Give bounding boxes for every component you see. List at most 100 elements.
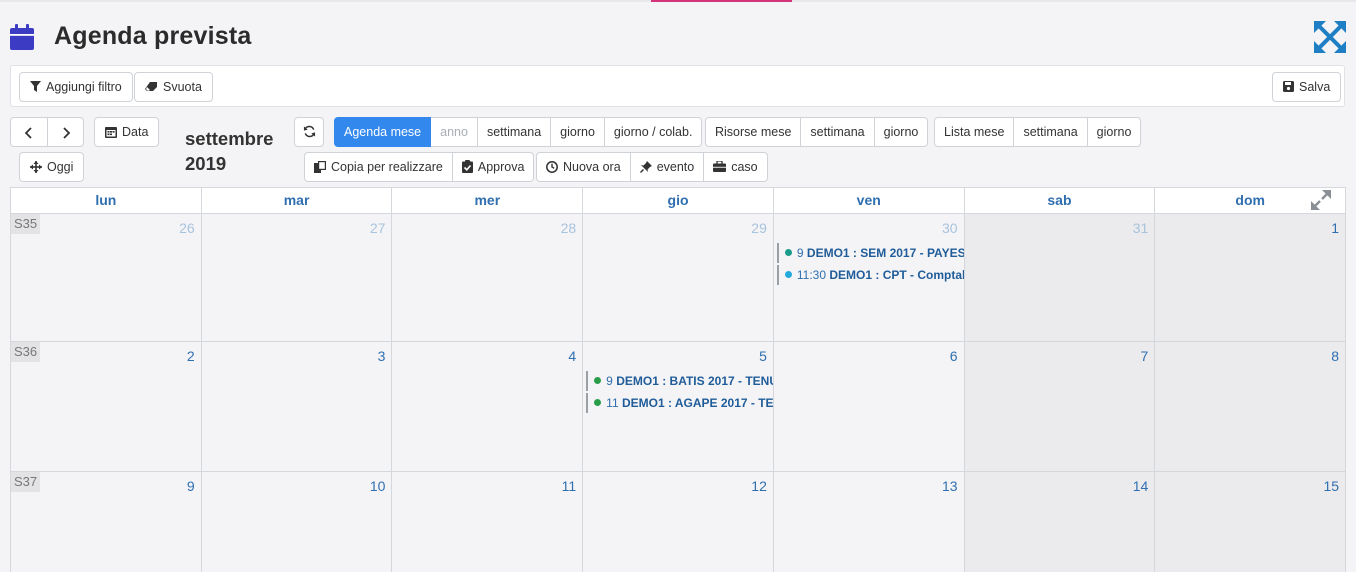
day-cell[interactable]: 1 — [1155, 214, 1347, 341]
day-number[interactable]: 30 — [942, 220, 958, 236]
approve-label: Approva — [477, 160, 525, 174]
save-button[interactable]: Salva — [1272, 72, 1342, 102]
day-number[interactable]: 27 — [370, 220, 386, 236]
day-number[interactable]: 4 — [568, 348, 576, 364]
add-filter-button[interactable]: Aggiungi filtro — [19, 72, 133, 102]
current-year: 2019 — [185, 153, 227, 174]
expand-arrows-icon[interactable] — [1313, 20, 1347, 54]
day-cell[interactable]: 3 — [201, 342, 393, 471]
week-number[interactable]: S35 — [11, 214, 41, 234]
event-time: 9 — [796, 246, 804, 260]
week-row: S35 26 27 28 29 30 9 DEMO1 : SEM 2017 - … — [11, 214, 1347, 342]
day-cell[interactable]: 5 9 DEMO1 : BATIS 2017 - TENUE 11 DEMO1 … — [583, 342, 774, 471]
day-cell[interactable]: 11 — [392, 472, 584, 572]
list-view-group: Lista mese settimana giorno — [934, 117, 1142, 147]
view-agenda-day[interactable]: giorno — [551, 117, 605, 147]
event-status-dot — [594, 399, 602, 407]
date-label: Data — [122, 125, 149, 139]
day-number[interactable]: 5 — [759, 348, 767, 364]
weekday-sat: sab — [965, 188, 1156, 213]
next-button[interactable] — [48, 117, 84, 147]
clock-icon — [546, 160, 558, 173]
day-number[interactable]: 12 — [751, 478, 767, 494]
view-list-day[interactable]: giorno — [1087, 117, 1142, 147]
day-cell[interactable]: 6 — [773, 342, 965, 471]
copy-button[interactable]: Copia per realizzare — [304, 152, 453, 182]
day-number[interactable]: 31 — [1133, 220, 1149, 236]
new-case-label: caso — [731, 160, 758, 174]
resize-diagonal-icon[interactable] — [1309, 188, 1333, 212]
week-number[interactable]: S37 — [11, 472, 41, 492]
day-cell[interactable]: 8 — [1155, 342, 1347, 471]
day-number[interactable]: 2 — [187, 348, 195, 364]
crosshair-arrows-icon — [30, 160, 42, 173]
view-agenda-month[interactable]: Agenda mese — [334, 117, 432, 147]
calendar-event[interactable]: 9 DEMO1 : SEM 2017 - PAYES, I — [776, 243, 964, 263]
new-hour-button[interactable]: Nuova ora — [536, 152, 631, 182]
new-event-button[interactable]: evento — [630, 152, 705, 182]
day-number[interactable]: 9 — [187, 478, 195, 494]
view-agenda-year[interactable]: anno — [431, 117, 478, 147]
clear-label: Svuota — [163, 80, 202, 94]
eraser-icon — [145, 82, 157, 92]
day-number[interactable]: 26 — [179, 220, 195, 236]
day-cell[interactable]: 13 — [773, 472, 965, 572]
day-number[interactable]: 29 — [751, 220, 767, 236]
event-status-dot — [784, 271, 792, 279]
day-cell[interactable]: 15 — [1155, 472, 1347, 572]
add-filter-label: Aggiungi filtro — [46, 80, 122, 94]
today-label: Oggi — [47, 160, 74, 174]
day-number[interactable]: 1 — [1331, 220, 1339, 236]
day-cell[interactable]: 29 — [583, 214, 774, 341]
week-number[interactable]: S36 — [11, 342, 41, 362]
calendar-event[interactable]: 9 DEMO1 : BATIS 2017 - TENUE — [586, 371, 773, 391]
day-cell[interactable]: 31 — [964, 214, 1156, 341]
day-number[interactable]: 6 — [950, 348, 958, 364]
day-number[interactable]: 28 — [561, 220, 577, 236]
weekday-sun-label: dom — [1235, 192, 1265, 208]
day-number[interactable]: 14 — [1133, 478, 1149, 494]
view-list-month[interactable]: Lista mese — [934, 117, 1015, 147]
today-button[interactable]: Oggi — [19, 152, 85, 182]
weekday-thu: gio — [583, 188, 774, 213]
day-cell[interactable]: 28 — [392, 214, 584, 341]
approve-button[interactable]: Approva — [452, 152, 535, 182]
day-number[interactable]: 11 — [562, 478, 577, 494]
weekday-wed: mer — [392, 188, 584, 213]
weekday-sun: dom — [1155, 188, 1347, 213]
clear-button[interactable]: Svuota — [134, 72, 213, 102]
date-button[interactable]: Data — [94, 117, 160, 147]
day-cell[interactable]: 12 — [583, 472, 774, 572]
day-cell[interactable]: 27 — [201, 214, 393, 341]
calendar-event[interactable]: 11 DEMO1 : AGAPE 2017 - TEN — [586, 393, 773, 413]
view-resources-month[interactable]: Risorse mese — [705, 117, 802, 147]
calendar-event[interactable]: 11:30 DEMO1 : CPT - Comptabi — [776, 265, 964, 285]
weekday-tue: mar — [202, 188, 393, 213]
new-case-button[interactable]: caso — [704, 152, 768, 182]
day-number[interactable]: 10 — [370, 478, 386, 494]
event-title: DEMO1 : CPT - Comptabi — [829, 268, 964, 282]
view-list-week[interactable]: settimana — [1014, 117, 1088, 147]
refresh-button[interactable] — [294, 117, 324, 147]
weekday-header: lun mar mer gio ven sab dom — [11, 188, 1347, 214]
day-number[interactable]: 13 — [942, 478, 958, 494]
day-number[interactable]: 8 — [1331, 348, 1339, 364]
day-number[interactable]: 7 — [1141, 348, 1149, 364]
day-cell[interactable]: 7 — [964, 342, 1156, 471]
day-cell[interactable]: 14 — [964, 472, 1156, 572]
view-resources-day[interactable]: giorno — [874, 117, 929, 147]
day-cell[interactable]: 4 — [392, 342, 584, 471]
day-cell[interactable]: 30 9 DEMO1 : SEM 2017 - PAYES, I 11:30 D… — [773, 214, 965, 341]
day-number[interactable]: 15 — [1323, 478, 1339, 494]
chevron-left-icon — [24, 127, 32, 139]
clipboard-check-icon — [461, 160, 473, 174]
current-period-title: settembre 2019 — [185, 126, 273, 176]
view-agenda-day-collab[interactable]: giorno / colab. — [604, 117, 703, 147]
prev-button[interactable] — [10, 117, 48, 147]
view-resources-week[interactable]: settimana — [801, 117, 875, 147]
weekday-fri: ven — [774, 188, 965, 213]
day-number[interactable]: 3 — [378, 348, 386, 364]
day-cell[interactable]: 10 — [201, 472, 393, 572]
view-agenda-week[interactable]: settimana — [477, 117, 552, 147]
event-time: 9 — [606, 374, 613, 388]
